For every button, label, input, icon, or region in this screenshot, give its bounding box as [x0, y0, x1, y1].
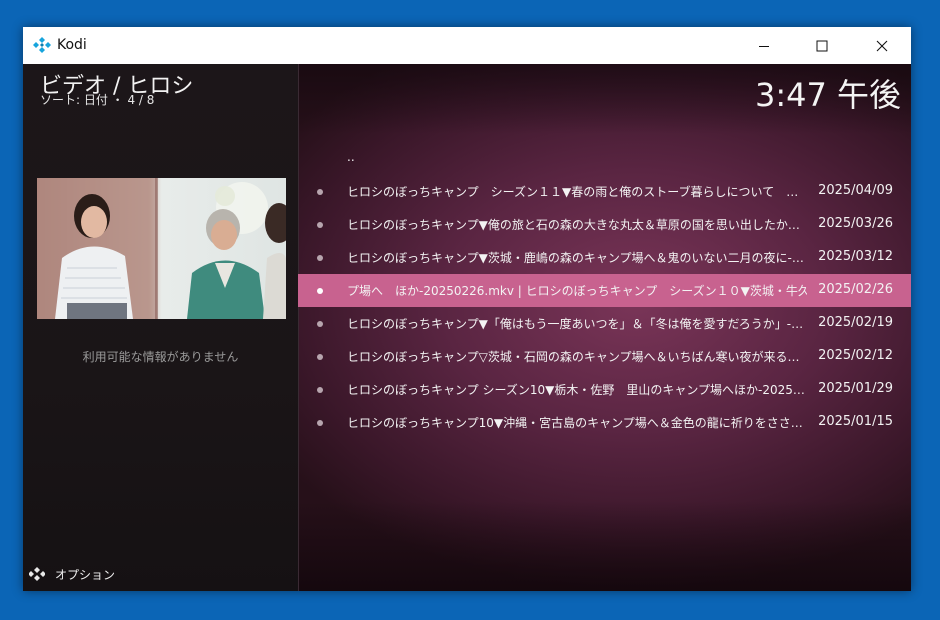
item-title: ヒロシのぼっちキャンプ シーズン10▼栃木・佐野 里山のキャンプ場へほか-202…	[347, 383, 807, 397]
item-date: 2025/02/19	[818, 315, 893, 330]
item-title: プ場へ ほか-20250226.mkv | ヒロシのぼっちキャンプ シーズン１０…	[347, 284, 807, 298]
item-date: 2025/02/12	[818, 348, 893, 363]
list-item-selected[interactable]: プ場へ ほか-20250226.mkv | ヒロシのぼっちキャンプ シーズン１０…	[298, 274, 911, 307]
minimize-button[interactable]	[735, 27, 793, 64]
list-item[interactable]: ヒロシのぼっちキャンプ10▼沖縄・宮古島のキャンプ場へ＆金色の龍に祈りをささげて…	[298, 406, 911, 439]
title-bar[interactable]: Kodi	[23, 27, 911, 64]
item-date: 2025/01/15	[818, 414, 893, 429]
file-list: .. ヒロシのぼっちキャンプ シーズン１１▼春の雨と俺のストーブ暮らしについて …	[298, 142, 911, 439]
item-date: 2025/01/29	[818, 381, 893, 396]
kodi-window: Kodi ビデオ / ヒロシ ソート: 日付 ・ 4 / 8 利用可能な情報があ…	[23, 27, 911, 591]
parent-folder-label: ..	[347, 150, 355, 164]
list-item-parent[interactable]: ..	[298, 142, 911, 175]
close-icon	[876, 40, 888, 51]
maximize-icon	[816, 40, 828, 51]
item-title: ヒロシのぼっちキャンプ シーズン１１▼春の雨と俺のストーブ暮らしについて ほか-…	[347, 185, 807, 199]
list-item[interactable]: ヒロシのぼっちキャンプ シーズン10▼栃木・佐野 里山のキャンプ場へほか-202…	[298, 373, 911, 406]
kodi-content: ビデオ / ヒロシ ソート: 日付 ・ 4 / 8 利用可能な情報がありません …	[23, 64, 911, 591]
bullet-icon	[317, 321, 323, 327]
bullet-icon	[317, 189, 323, 195]
item-date: 2025/03/12	[818, 249, 893, 264]
list-item[interactable]: ヒロシのぼっちキャンプ▼茨城・鹿嶋の森のキャンプ場へ＆鬼のいない二月の夜に-20…	[298, 241, 911, 274]
no-info-message: 利用可能な情報がありません	[82, 350, 239, 364]
item-title: ヒロシのぼっちキャンプ▼茨城・鹿嶋の森のキャンプ場へ＆鬼のいない二月の夜に-20…	[347, 251, 807, 265]
item-title: ヒロシのぼっちキャンプ▼「俺はもう一度あいつを」＆「冬は俺を愛すだろうか」-20…	[347, 317, 807, 331]
list-item[interactable]: ヒロシのぼっちキャンプ シーズン１１▼春の雨と俺のストーブ暮らしについて ほか-…	[298, 175, 911, 208]
bullet-icon	[317, 222, 323, 228]
kodi-logo-icon	[33, 37, 51, 53]
bullet-icon	[317, 420, 323, 426]
list-item[interactable]: ヒロシのぼっちキャンプ▼俺の旅と石の森の大きな丸太＆草原の国を思い出したかったの…	[298, 208, 911, 241]
item-date: 2025/04/09	[818, 183, 893, 198]
options-button[interactable]: オプション	[29, 564, 115, 584]
item-title: ヒロシのぼっちキャンプ10▼沖縄・宮古島のキャンプ場へ＆金色の龍に祈りをささげて…	[347, 416, 807, 430]
bullet-icon	[317, 387, 323, 393]
maximize-button[interactable]	[793, 27, 851, 64]
thumbnail-image	[37, 178, 286, 319]
bullet-icon	[317, 354, 323, 360]
bullet-icon	[317, 255, 323, 261]
item-date: 2025/02/26	[818, 282, 893, 297]
options-label: オプション	[55, 567, 116, 582]
minimize-icon	[759, 45, 769, 47]
list-item[interactable]: ヒロシのぼっちキャンプ▼「俺はもう一度あいつを」＆「冬は俺を愛すだろうか」-20…	[298, 307, 911, 340]
info-panel: ビデオ / ヒロシ ソート: 日付 ・ 4 / 8 利用可能な情報がありません …	[23, 64, 298, 591]
item-date: 2025/03/26	[818, 216, 893, 231]
kodi-options-icon	[29, 567, 45, 581]
bullet-icon	[317, 288, 323, 294]
clock: 3:47 午後	[754, 76, 901, 114]
list-item[interactable]: ヒロシのぼっちキャンプ▽茨城・石岡の森のキャンプ場へ＆いちばん寒い夜が来るのです…	[298, 340, 911, 373]
item-title: ヒロシのぼっちキャンプ▽茨城・石岡の森のキャンプ場へ＆いちばん寒い夜が来るのです…	[347, 350, 807, 364]
video-thumbnail	[37, 178, 286, 319]
close-button[interactable]	[853, 27, 911, 64]
item-title: ヒロシのぼっちキャンプ▼俺の旅と石の森の大きな丸太＆草原の国を思い出したかったの…	[347, 218, 807, 232]
window-title: Kodi	[57, 37, 87, 53]
sort-info: ソート: 日付 ・ 4 / 8	[40, 93, 155, 107]
